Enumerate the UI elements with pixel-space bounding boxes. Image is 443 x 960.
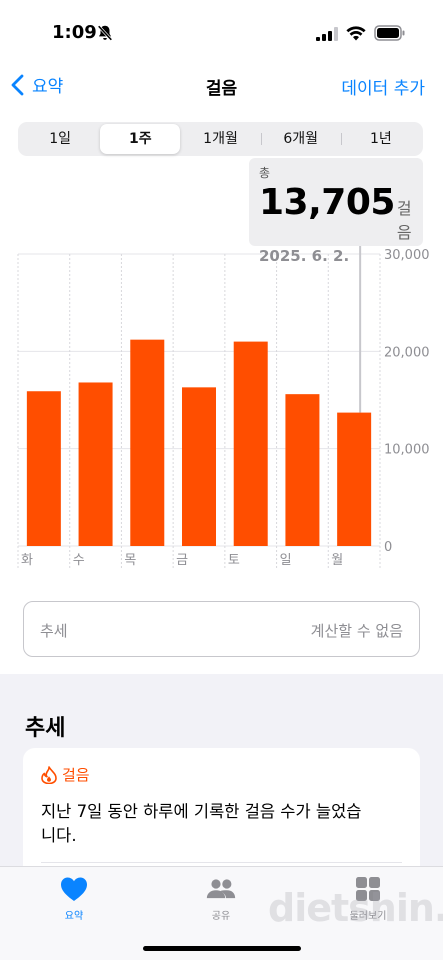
selection-tooltip: 총 13,705 걸음 2025. 6. 2. — [249, 158, 423, 265]
segment-day[interactable]: 1일 — [20, 124, 100, 154]
bar-월 — [337, 412, 372, 546]
add-data-button[interactable]: 데이터 추가 — [341, 74, 425, 99]
trend-value: 계산할 수 없음 — [310, 622, 403, 640]
bar-수 — [78, 382, 113, 546]
x-tick-label: 월 — [331, 553, 343, 568]
home-indicator — [143, 946, 301, 951]
status-time: 1:09 — [52, 22, 97, 43]
x-tick-label: 금 — [176, 553, 188, 568]
x-tick-label: 수 — [73, 553, 85, 568]
y-tick-label: 20,000 — [384, 345, 430, 360]
y-tick-label: 0 — [384, 540, 392, 555]
tooltip-value: 13,705 — [259, 182, 395, 223]
x-tick-label: 일 — [280, 553, 292, 568]
people-icon — [206, 879, 236, 899]
steps-bar-chart[interactable]: 0 10,000 20,000 30,000 화 수 목 금 토 일 월 — [17, 238, 438, 578]
watermark-text: dietshin.com — [268, 886, 443, 930]
battery-icon — [374, 25, 405, 41]
steps-chart-card: 1일 1주 1개월 6개월 1년 0 10,000 20,000 30,000 화 수 목 금… — [0, 110, 443, 674]
tab-summary[interactable]: 요약 — [34, 875, 114, 922]
bar-일 — [285, 394, 320, 546]
x-tick-label: 목 — [124, 553, 136, 568]
tooltip-label: 총 — [259, 166, 271, 180]
heart-icon — [61, 877, 87, 901]
flame-icon — [41, 765, 57, 784]
range-segmented-control: 1일 1주 1개월 6개월 1년 — [18, 122, 423, 156]
segment-year[interactable]: 1년 — [340, 124, 421, 154]
tab-summary-label: 요약 — [64, 911, 84, 922]
nav-bar: 요약 걸음 데이터 추가 — [0, 62, 443, 110]
trend-row[interactable]: 추세 계산할 수 없음 — [23, 601, 420, 657]
segment-six-months[interactable]: 6개월 — [260, 124, 341, 154]
tooltip-date: 2025. 6. 2. — [259, 247, 350, 265]
wifi-icon — [346, 26, 366, 41]
trend-highlight-card[interactable]: 걸음 지난 7일 동안 하루에 기록한 걸음 수가 늘었습니다. — [23, 748, 420, 878]
x-tick-label: 화 — [21, 553, 33, 568]
segment-week[interactable]: 1주 — [100, 124, 181, 154]
bar-목 — [130, 339, 165, 546]
tooltip-unit: 걸음 — [396, 199, 412, 242]
bar-토 — [233, 341, 268, 546]
y-tick-label: 10,000 — [384, 443, 430, 458]
trend-label: 추세 — [40, 622, 68, 640]
status-bar: 1:09 — [0, 0, 443, 62]
bar-화 — [26, 391, 61, 546]
section-title-trends: 추세 — [25, 716, 66, 741]
highlight-text: 지난 7일 동안 하루에 기록한 걸음 수가 늘었습니다. — [41, 802, 362, 845]
x-tick-label: 토 — [228, 553, 240, 568]
segment-month[interactable]: 1개월 — [180, 124, 260, 154]
cellular-signal-icon — [316, 27, 338, 41]
highlight-category: 걸음 — [62, 766, 90, 784]
tab-sharing-label: 공유 — [211, 911, 231, 922]
bell-slash-icon — [97, 25, 113, 41]
tab-sharing[interactable]: 공유 — [181, 875, 261, 922]
chart-canvas: 010,00020,00030,000화 수 목 금 토 일 월 — [17, 238, 430, 568]
divider — [41, 862, 402, 863]
bar-금 — [182, 387, 216, 546]
